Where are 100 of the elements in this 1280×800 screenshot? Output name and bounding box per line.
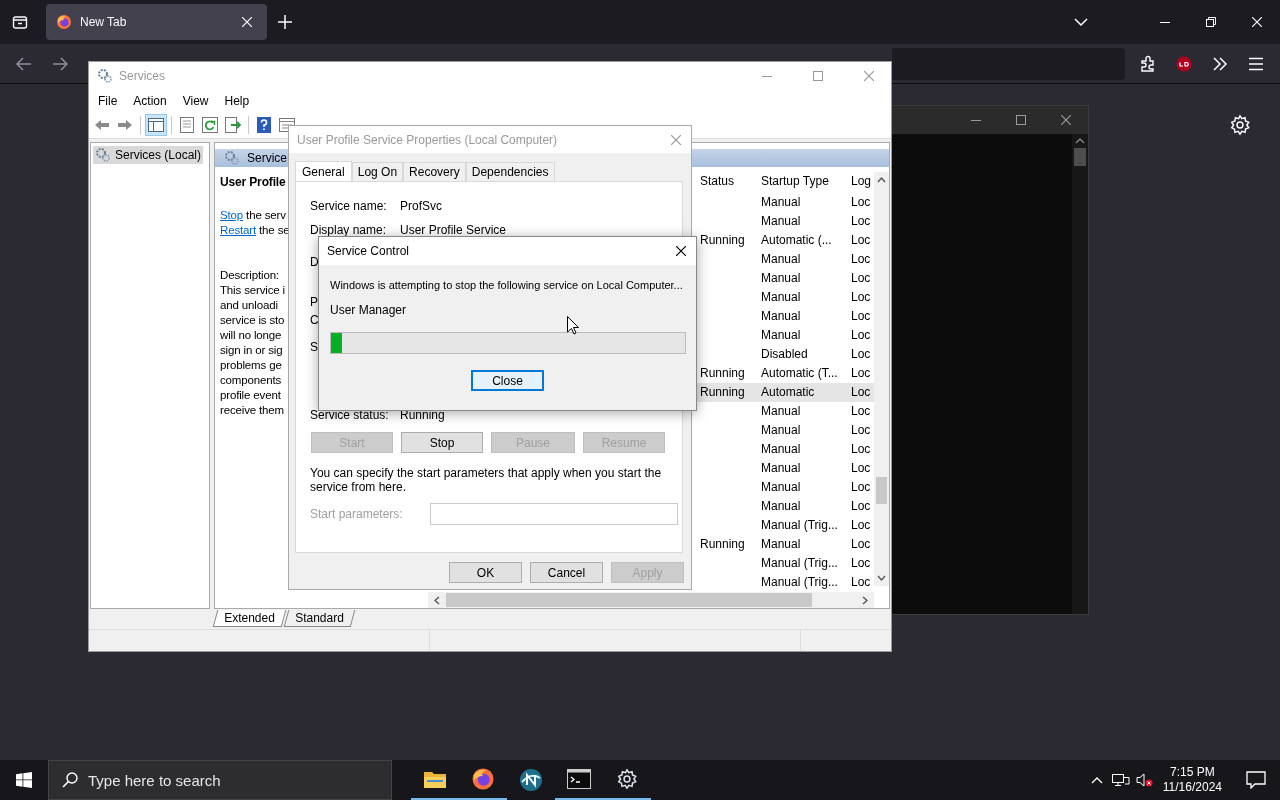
dialog-tab[interactable]: General (295, 161, 352, 182)
table-row[interactable]: Manual Loc (694, 402, 874, 421)
column-header[interactable]: Log (848, 172, 874, 191)
table-cell-text: Manual (760, 289, 802, 306)
terminal-icon[interactable] (567, 769, 591, 789)
table-cell-text: Manual (760, 270, 802, 287)
service-button[interactable]: Stop (401, 432, 483, 453)
puzzle-icon[interactable] (1139, 54, 1157, 73)
dialog-button[interactable]: Cancel (530, 562, 603, 583)
shield-icon[interactable] (1175, 54, 1193, 73)
menu-item[interactable]: View (174, 94, 217, 108)
browser-logo-icon[interactable] (471, 767, 495, 791)
menu-item[interactable]: File (90, 94, 126, 108)
hint-text: You can specify the start parameters that apply when you start the service from here. (310, 466, 663, 494)
tab-list-icon[interactable] (12, 14, 28, 30)
restore-icon[interactable] (1206, 17, 1216, 27)
dialog-title: Service Control (327, 244, 410, 258)
forward-icon[interactable] (52, 56, 68, 71)
scroll-down-icon[interactable] (877, 575, 886, 581)
sheet-icon[interactable] (180, 117, 194, 133)
action-link[interactable]: Restart (220, 224, 257, 236)
table-row[interactable]: Manual Loc (694, 269, 874, 288)
menu-item[interactable]: Help (216, 94, 258, 108)
back-icon[interactable] (94, 119, 110, 131)
table-cell-text: Loc (850, 270, 872, 287)
action-link[interactable]: Stop (220, 209, 244, 221)
table-row[interactable]: Manual Loc (694, 193, 874, 212)
column-header[interactable]: Startup Type (758, 172, 848, 191)
table-row[interactable]: Manual Loc (694, 326, 874, 345)
scrollbar-thumb[interactable] (876, 477, 887, 504)
table-row[interactable]: Manual (Trig... Loc (694, 554, 874, 573)
table-row[interactable]: Manual (Trig... Loc (694, 573, 874, 592)
table-cell-text: Manual (760, 460, 802, 477)
table-row[interactable]: Manual Loc (694, 212, 874, 231)
description-text: components (220, 373, 282, 388)
dialog-button[interactable]: OK (449, 562, 522, 583)
dialog-tab[interactable]: Log On (351, 162, 404, 181)
table-row[interactable]: Manual Loc (694, 478, 874, 497)
dialog-tab[interactable]: Recovery (403, 162, 466, 181)
back-icon[interactable] (16, 56, 32, 71)
plus-icon[interactable] (278, 15, 292, 29)
view-tab[interactable]: Standard (283, 610, 355, 627)
vertical-scrollbar[interactable] (874, 172, 889, 586)
notification-icon[interactable] (1246, 771, 1266, 789)
network-icon[interactable] (1111, 772, 1130, 788)
windows-logo-icon[interactable] (16, 772, 32, 788)
scroll-right-icon[interactable] (862, 595, 868, 605)
maximize-icon[interactable] (812, 71, 823, 81)
view-tab[interactable]: Extended (212, 610, 286, 627)
close-icon[interactable] (676, 246, 686, 256)
table-row[interactable]: Running Automatic (... Loc (694, 231, 874, 250)
scroll-up-icon[interactable] (877, 177, 886, 183)
maximize-icon[interactable] (1015, 115, 1026, 125)
dialog-tab[interactable]: Dependencies (465, 162, 555, 181)
globe-icon[interactable] (519, 768, 543, 792)
menu-icon[interactable] (1248, 56, 1264, 71)
table-row[interactable]: Manual Loc (694, 497, 874, 516)
table-row[interactable]: Manual Loc (694, 459, 874, 478)
field-label: Service name: (310, 199, 388, 213)
close-dialog-button[interactable]: Close (471, 370, 544, 391)
field-label: Service status: (310, 408, 390, 422)
tree-item[interactable]: Services (Local) (93, 146, 204, 164)
table-cell-text: Running (699, 384, 746, 401)
description-label: Description: (220, 268, 279, 283)
column-header[interactable]: Status (694, 172, 758, 191)
table-row[interactable]: Manual Loc (694, 421, 874, 440)
table-row[interactable]: Running Automatic (T... Loc (694, 364, 874, 383)
forward-icon[interactable] (117, 119, 133, 131)
table-row[interactable]: Running Manual Loc (694, 535, 874, 554)
table-cell-text: Manual (760, 479, 802, 496)
search-field[interactable]: Type here to search (48, 760, 392, 800)
table-cell-text: Loc (850, 251, 872, 268)
table-row[interactable]: Manual Loc (694, 307, 874, 326)
table-row[interactable]: Disabled Loc (694, 345, 874, 364)
table-row[interactable]: Manual Loc (694, 250, 874, 269)
table-cell-text: Loc (850, 384, 872, 401)
menu-item[interactable]: Action (125, 94, 175, 108)
chevron-up-icon[interactable] (1090, 776, 1103, 784)
scroll-left-icon[interactable] (434, 595, 440, 605)
table-cell-text: Manual (760, 403, 802, 420)
help-icon[interactable] (257, 117, 271, 133)
scrollbar-thumb[interactable] (446, 593, 812, 607)
horizontal-scrollbar[interactable] (428, 592, 874, 608)
table-row[interactable]: Manual (Trig... Loc (694, 516, 874, 535)
table-cell-text: Loc (850, 422, 872, 439)
table-cell-text: Loc (850, 479, 872, 496)
table-row[interactable]: Manual Loc (694, 440, 874, 459)
description-text: and unloadi (220, 298, 278, 313)
refresh-icon[interactable] (202, 117, 218, 133)
muted-speaker-icon[interactable] (1135, 772, 1154, 788)
folder-icon[interactable] (423, 769, 447, 789)
table-row[interactable]: Manual Loc (694, 288, 874, 307)
settings-icon[interactable] (1229, 114, 1251, 136)
export-icon[interactable] (225, 117, 241, 133)
chevrons-icon[interactable] (1212, 56, 1228, 71)
scrollbar-thumb[interactable] (1074, 148, 1086, 166)
chevron-down-icon[interactable] (1074, 18, 1088, 26)
table-row[interactable]: Running Automatic Loc (694, 383, 874, 402)
scroll-up-icon[interactable] (1075, 138, 1085, 144)
browser-tab[interactable]: New Tab (46, 4, 267, 40)
